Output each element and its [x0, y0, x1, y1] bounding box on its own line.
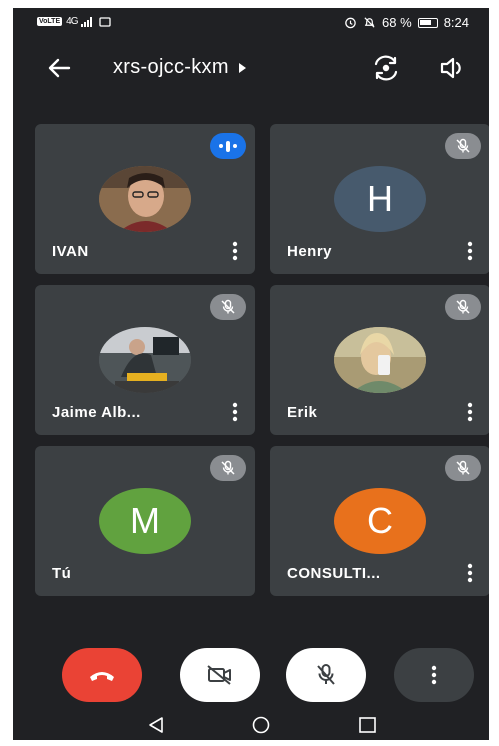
participant-name: CONSULTI... [287, 565, 381, 582]
avatar-initial: H [367, 178, 393, 219]
status-right: 68 % 8:24 [344, 15, 469, 30]
call-controls [13, 648, 489, 708]
avatar-initial: C [367, 500, 393, 541]
avatar-initial: M [130, 500, 160, 541]
room-code: xrs-ojcc-kxm [113, 56, 229, 78]
nav-back-icon[interactable] [145, 716, 167, 734]
caret-right-icon [238, 62, 246, 73]
network-type: 4G [66, 16, 78, 27]
participant-name: IVAN [52, 243, 89, 260]
participant-tile-self[interactable]: M Tú [35, 446, 255, 596]
battery-percent: 68 % [382, 15, 412, 30]
avatar-ivan [99, 166, 191, 232]
end-call-button[interactable] [62, 648, 142, 702]
participant-tile-ivan[interactable]: IVAN [35, 124, 255, 274]
status-left: VoLTE 4G [37, 16, 112, 27]
cast-icon [99, 16, 112, 27]
mic-off-icon [445, 294, 481, 320]
avatar-consulti: C [334, 488, 426, 554]
more-vert-icon [431, 665, 437, 685]
speaking-indicator-icon [210, 133, 246, 159]
participant-tile-henry[interactable]: H Henry [270, 124, 489, 274]
more-vert-icon[interactable] [460, 240, 480, 262]
speaker-icon[interactable] [436, 52, 468, 84]
status-bar: VoLTE 4G 68 % 8:24 [13, 8, 489, 40]
phone-screen: VoLTE 4G 68 % 8:24 xrs-ojcc-kxm IVAN H H… [13, 8, 489, 740]
avatar-self: M [99, 488, 191, 554]
end-call-icon [90, 672, 114, 681]
participant-name: Erik [287, 404, 318, 421]
participant-tile-erik[interactable]: Erik [270, 285, 489, 435]
call-header: xrs-ojcc-kxm [13, 48, 489, 88]
alarm-icon [345, 17, 356, 29]
avatar-jaime [99, 327, 191, 393]
more-vert-icon[interactable] [460, 562, 480, 584]
signal-icon [81, 16, 93, 27]
system-nav-bar [13, 708, 489, 740]
camera-toggle-button[interactable] [180, 648, 260, 702]
volte-badge: VoLTE [37, 17, 63, 26]
participant-tile-consulti[interactable]: C CONSULTI... [270, 446, 489, 596]
mic-off-icon [210, 294, 246, 320]
mic-off-icon [445, 133, 481, 159]
battery-icon [417, 17, 438, 28]
mic-off-icon [317, 664, 335, 685]
flip-camera-icon[interactable] [370, 52, 402, 84]
clock: 8:24 [443, 15, 469, 30]
camera-off-icon [207, 665, 231, 685]
more-options-button[interactable] [394, 648, 474, 702]
room-code-button[interactable]: xrs-ojcc-kxm [113, 56, 246, 79]
more-vert-icon[interactable] [225, 401, 245, 423]
participant-tile-jaime[interactable]: Jaime Alb... [35, 285, 255, 435]
mic-toggle-button[interactable] [286, 648, 366, 702]
participant-name: Henry [287, 243, 333, 260]
participant-name: Tú [52, 565, 72, 582]
participant-name: Jaime Alb... [52, 404, 141, 421]
nav-home-icon[interactable] [250, 716, 272, 734]
back-arrow-icon[interactable] [43, 52, 75, 84]
avatar-erik [334, 327, 426, 393]
nav-recents-icon[interactable] [357, 716, 379, 734]
avatar-henry: H [334, 166, 426, 232]
more-vert-icon[interactable] [460, 401, 480, 423]
mic-off-icon [210, 455, 246, 481]
mute-notifications-icon [364, 17, 375, 28]
more-vert-icon[interactable] [225, 240, 245, 262]
mic-off-icon [445, 455, 481, 481]
